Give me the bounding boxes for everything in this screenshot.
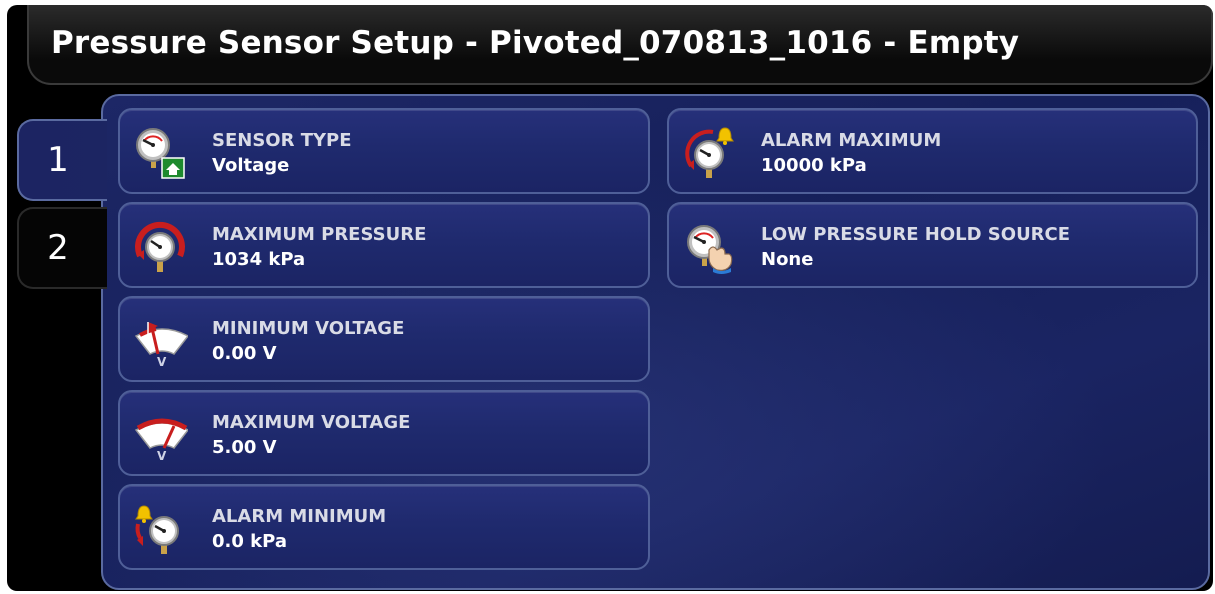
- sensor-type-value: Voltage: [212, 155, 290, 176]
- app-screen: Pressure Sensor Setup - Pivoted_070813_1…: [7, 5, 1213, 591]
- alarm-minimum-label: ALARM MINIMUM: [212, 506, 387, 527]
- page-title: Pressure Sensor Setup - Pivoted_070813_1…: [51, 25, 1020, 61]
- low-pressure-hold-source-value: None: [761, 249, 814, 270]
- maximum-voltage-label: MAXIMUM VOLTAGE: [212, 412, 411, 433]
- sensor-type-label: SENSOR TYPE: [212, 130, 352, 151]
- tab-1[interactable]: 1: [17, 119, 107, 201]
- voltmeter-max-icon: V: [134, 408, 190, 463]
- tab-2-label: 2: [47, 228, 69, 268]
- alarm-maximum-label: ALARM MAXIMUM: [761, 130, 942, 151]
- tab-2[interactable]: 2: [17, 207, 107, 289]
- minimum-voltage-label: MINIMUM VOLTAGE: [212, 318, 405, 339]
- maximum-pressure-button[interactable]: MAXIMUM PRESSURE 1034 kPa: [118, 202, 650, 288]
- minimum-voltage-button[interactable]: V MINIMUM VOLTAGE 0.00 V: [118, 296, 650, 382]
- sensor-type-button[interactable]: SENSOR TYPE Voltage: [118, 108, 650, 194]
- svg-text:V: V: [157, 449, 167, 462]
- tab-1-label: 1: [47, 140, 69, 180]
- maximum-pressure-label: MAXIMUM PRESSURE: [212, 224, 427, 245]
- title-bar: Pressure Sensor Setup - Pivoted_070813_1…: [27, 5, 1213, 85]
- low-pressure-hold-source-label: LOW PRESSURE HOLD SOURCE: [761, 224, 1071, 245]
- alarm-maximum-button[interactable]: ALARM MAXIMUM 10000 kPa: [667, 108, 1198, 194]
- alarm-maximum-value: 10000 kPa: [761, 155, 867, 176]
- alarm-minimum-button[interactable]: ALARM MINIMUM 0.0 kPa: [118, 484, 650, 570]
- minimum-voltage-value: 0.00 V: [212, 343, 277, 364]
- voltmeter-min-icon: V: [134, 314, 190, 369]
- pressure-hold-hand-icon: [683, 220, 737, 274]
- maximum-voltage-button[interactable]: V MAXIMUM VOLTAGE 5.00 V: [118, 390, 650, 476]
- alarm-minimum-value: 0.0 kPa: [212, 531, 287, 552]
- pressure-alarm-max-icon: [683, 126, 737, 180]
- pressure-alarm-min-icon: [134, 502, 188, 556]
- maximum-pressure-value: 1034 kPa: [212, 249, 306, 270]
- low-pressure-hold-source-button[interactable]: LOW PRESSURE HOLD SOURCE None: [667, 202, 1198, 288]
- maximum-voltage-value: 5.00 V: [212, 437, 277, 458]
- pressure-gauge-home-icon: [134, 126, 188, 180]
- pressure-gauge-max-icon: [134, 220, 188, 274]
- svg-text:V: V: [157, 355, 167, 368]
